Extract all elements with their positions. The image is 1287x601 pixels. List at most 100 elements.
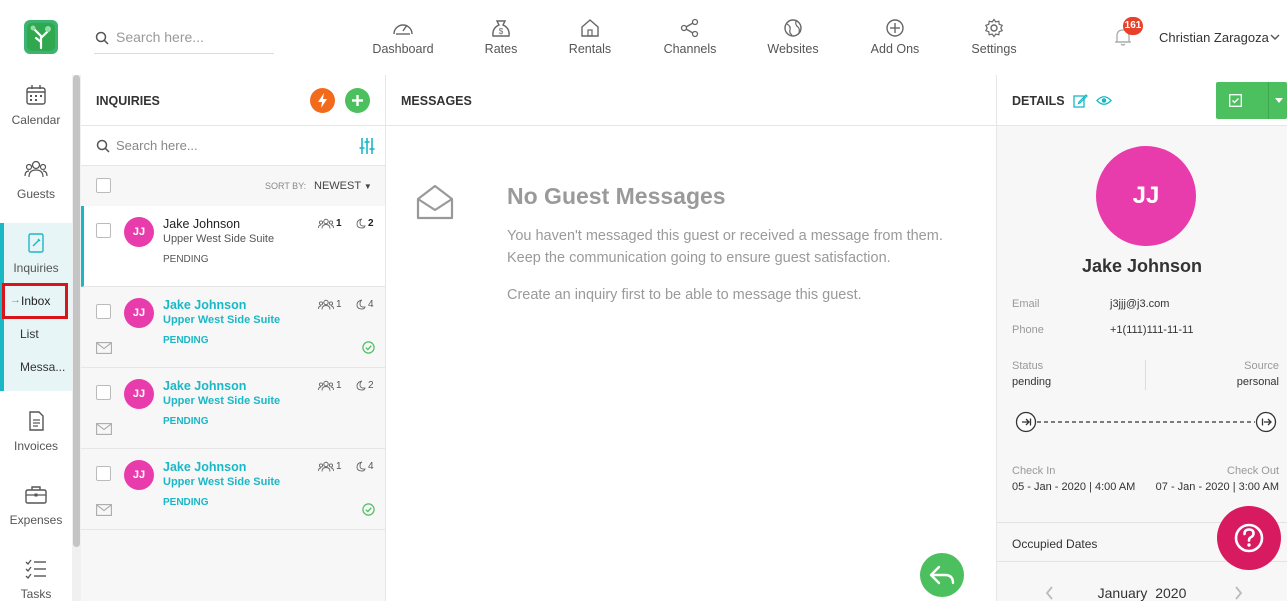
details-title: DETAILS: [1012, 94, 1065, 108]
guest-count-value: 1: [336, 380, 342, 391]
check-out-label: Check Out: [1227, 465, 1279, 477]
search-icon: [96, 139, 110, 153]
nav-label: Rates: [484, 42, 518, 56]
inquiry-status: PENDING: [163, 497, 209, 508]
moon-icon: [356, 461, 366, 472]
nav-label: Rentals: [568, 42, 612, 56]
inquiries-search-input[interactable]: [116, 138, 346, 153]
nav-rentals[interactable]: Rentals: [566, 18, 614, 62]
sidebar-item-label: Invoices: [13, 439, 59, 453]
row-checkbox[interactable]: [96, 385, 111, 400]
question-icon: [1234, 523, 1264, 553]
property-name: Upper West Side Suite: [163, 233, 275, 245]
global-search[interactable]: [94, 26, 274, 54]
nav-channels[interactable]: Channels: [662, 18, 718, 62]
help-button[interactable]: [1217, 506, 1281, 570]
chevron-right-icon[interactable]: [1234, 586, 1243, 600]
sidebar-item-expenses[interactable]: Expenses: [0, 483, 72, 527]
checkbox-check-icon: [1229, 94, 1242, 107]
empty-state-text: You haven't messaged this guest or recei…: [507, 228, 943, 244]
status-value: pending: [1012, 376, 1052, 388]
global-search-input[interactable]: [116, 29, 266, 45]
reply-button[interactable]: [920, 553, 964, 597]
envelope-icon: [96, 423, 112, 435]
check-in-value: 05 - Jan - 2020 | 4:00 AM: [1012, 481, 1136, 493]
month-name: January: [1097, 585, 1148, 601]
row-checkbox[interactable]: [96, 223, 111, 238]
sort-by-label: SORT BY:: [265, 181, 307, 191]
plus-icon: [352, 95, 363, 106]
inquiry-row[interactable]: JJ Jake Johnson Upper West Side Suite PENDI…: [81, 368, 385, 449]
edit-icon[interactable]: [1073, 93, 1088, 108]
sidebar-scrollbar-thumb[interactable]: [73, 75, 80, 547]
details-header: DETAILS: [997, 75, 1287, 126]
stay-timeline: [1015, 411, 1277, 433]
nav-label: Channels: [663, 42, 717, 56]
sidebar-subitem-inbox[interactable]: → Inbox: [2, 283, 68, 319]
guest-name: Jake Johnson: [163, 460, 247, 474]
left-sidebar: Calendar Guests Inquiries → Inbox List M…: [0, 75, 72, 601]
checklist-icon: [25, 559, 46, 579]
night-count-value: 2: [368, 218, 374, 229]
sidebar-item-label: Guests: [16, 187, 55, 201]
inquiry-status: PENDING: [163, 254, 209, 265]
select-all-checkbox[interactable]: [96, 178, 111, 193]
guest-name: Jake Johnson: [163, 379, 247, 393]
moon-icon: [356, 218, 366, 229]
caret-down-icon: ▼: [363, 182, 372, 191]
nav-settings[interactable]: Settings: [968, 18, 1020, 62]
nav-label: Settings: [971, 42, 1017, 56]
nav-dashboard[interactable]: Dashboard: [372, 18, 434, 62]
calendar-month-label: January 2020: [997, 585, 1287, 601]
night-count: 4: [355, 299, 374, 310]
guest-avatar: JJ: [124, 217, 154, 247]
filter-sliders-icon[interactable]: [359, 137, 375, 155]
nav-rates[interactable]: $ Rates: [482, 18, 520, 62]
moon-icon: [356, 299, 366, 310]
empty-state-title: No Guest Messages: [507, 183, 726, 209]
gear-icon: [984, 18, 1004, 38]
envelope-icon: [96, 342, 112, 354]
guests-icon: [318, 218, 334, 229]
lightning-icon: [318, 93, 327, 108]
briefcase-icon: [25, 486, 47, 504]
sidebar-item-invoices[interactable]: Invoices: [0, 409, 72, 453]
app-logo[interactable]: [24, 20, 58, 54]
messages-title: MESSAGES: [401, 94, 472, 108]
sort-bar: SORT BY: NEWEST ▼: [81, 166, 385, 206]
row-checkbox[interactable]: [96, 304, 111, 319]
email-value: j3jjj@j3.com: [1110, 298, 1170, 310]
inquiry-row[interactable]: JJ Jake Johnson Upper West Side Suite PENDI…: [81, 287, 385, 368]
sidebar-item-guests[interactable]: Guests: [0, 157, 72, 201]
calendar-icon: [26, 85, 46, 105]
caret-down-icon[interactable]: [1275, 98, 1283, 103]
envelope-icon: [96, 504, 112, 516]
sidebar-subitem-messages[interactable]: Messa...: [20, 360, 65, 374]
check-out-value: 07 - Jan - 2020 | 3:00 AM: [1155, 481, 1279, 493]
sort-dropdown[interactable]: NEWEST ▼: [314, 180, 372, 192]
inquiries-search[interactable]: [81, 126, 385, 166]
nav-add-ons[interactable]: Add Ons: [868, 18, 922, 62]
guest-name: Jake Johnson: [163, 298, 247, 312]
invoice-icon: [29, 411, 44, 431]
inquiry-row[interactable]: JJ Jake Johnson Upper West Side Suite PENDI…: [81, 449, 385, 530]
quick-inquiry-button[interactable]: [310, 88, 335, 113]
sidebar-item-label: Calendar: [11, 113, 61, 127]
chevron-down-icon[interactable]: [1270, 33, 1280, 41]
guest-count: 1: [318, 218, 342, 229]
confirm-button[interactable]: [1216, 82, 1287, 119]
guest-avatar: JJ: [124, 460, 154, 490]
property-name: Upper West Side Suite: [163, 314, 281, 326]
messages-header: MESSAGES: [386, 75, 996, 126]
nav-websites[interactable]: Websites: [764, 18, 822, 62]
source-label: Source: [1244, 360, 1279, 372]
sidebar-item-inquiries[interactable]: Inquiries: [0, 231, 72, 275]
sidebar-item-calendar[interactable]: Calendar: [0, 83, 72, 127]
eye-icon[interactable]: [1096, 93, 1112, 108]
sidebar-item-tasks[interactable]: Tasks: [0, 557, 72, 601]
sidebar-subitem-list[interactable]: List: [20, 327, 39, 341]
user-menu[interactable]: Christian Zaragoza: [1159, 30, 1269, 45]
inquiry-row[interactable]: JJ Jake Johnson Upper West Side Suite PENDI…: [81, 206, 385, 287]
add-inquiry-button[interactable]: [345, 88, 370, 113]
row-checkbox[interactable]: [96, 466, 111, 481]
